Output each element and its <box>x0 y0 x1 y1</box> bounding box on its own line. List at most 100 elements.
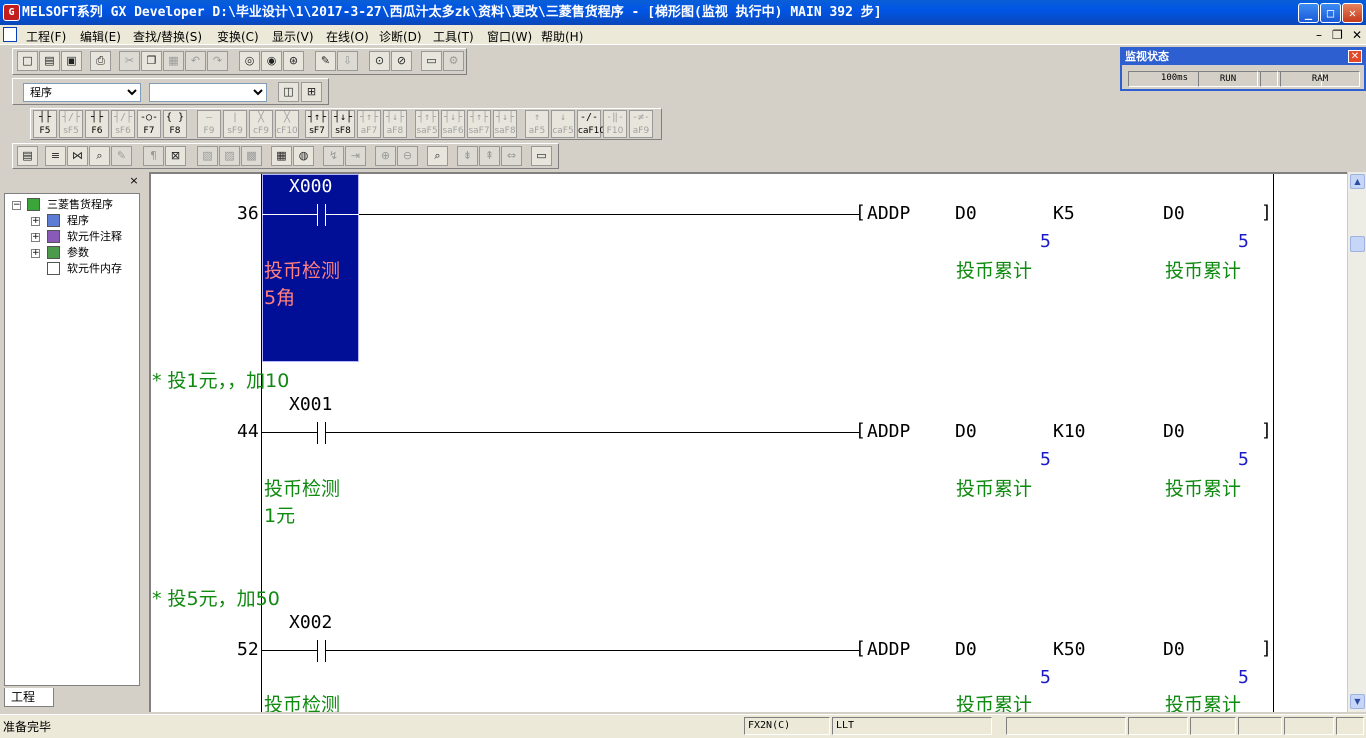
ladder-key-af5[interactable]: ↑ aF5 <box>525 110 549 138</box>
new-file-icon[interactable]: □ <box>17 51 38 71</box>
tree-root[interactable]: 三菱售货程序 <box>47 198 113 212</box>
ladder-mode-icon[interactable]: ≡ <box>45 146 66 166</box>
comment-off-icon[interactable]: ⊠ <box>165 146 186 166</box>
ladder-key-cf9[interactable]: ╳ cF9 <box>249 110 273 138</box>
insert-row-icon[interactable]: ⇟ <box>457 146 478 166</box>
ladder-key-sf5[interactable]: ┤/├ sF5 <box>59 110 83 138</box>
instruction[interactable]: ADDP <box>867 421 910 442</box>
menu-project[interactable]: 工程(F) <box>26 28 66 45</box>
menu-online[interactable]: 在线(O) <box>326 28 369 45</box>
undo-icon[interactable]: ↶ <box>185 51 206 71</box>
tree-item-parameter[interactable]: 参数 <box>67 246 89 260</box>
operand-2[interactable]: K10 <box>1053 421 1086 442</box>
instruction[interactable]: ADDP <box>867 639 910 660</box>
find-device-icon[interactable]: ◎ <box>239 51 260 71</box>
display-toggle-icon[interactable]: ▭ <box>531 146 552 166</box>
ladder-key-sf8[interactable]: ┤↓├ sF8 <box>331 110 355 138</box>
monitor-start-icon[interactable]: ⊙ <box>369 51 390 71</box>
menu-view[interactable]: 显示(V) <box>272 28 314 45</box>
menu-help[interactable]: 帮助(H) <box>541 28 583 45</box>
skip-icon[interactable]: ⇥ <box>345 146 366 166</box>
ladder-key-f10[interactable]: -‖- F10 <box>603 110 627 138</box>
read-plc-icon[interactable]: ⇩ <box>337 51 358 71</box>
operand-3[interactable]: D0 <box>1163 203 1185 224</box>
menu-edit[interactable]: 编辑(E) <box>80 28 121 45</box>
scroll-up-button[interactable]: ▲ <box>1350 174 1365 189</box>
menu-window[interactable]: 窗口(W) <box>487 28 532 45</box>
zoom-out-icon[interactable]: ⊖ <box>397 146 418 166</box>
ladder-key-f7[interactable]: -○- F7 <box>137 110 161 138</box>
ladder-key-f9[interactable]: — F9 <box>197 110 221 138</box>
contact-label[interactable]: X001 <box>289 394 332 415</box>
operand-1[interactable]: D0 <box>955 421 977 442</box>
scroll-down-button[interactable]: ▼ <box>1350 694 1365 709</box>
write-plc-icon[interactable]: ✎ <box>315 51 336 71</box>
operand-2[interactable]: K50 <box>1053 639 1086 660</box>
tab-project[interactable]: 工程 <box>4 688 54 707</box>
app-icon[interactable]: G <box>3 4 20 21</box>
tree-expand-toggle[interactable]: + <box>31 249 40 258</box>
mdi-close-button[interactable]: ✕ <box>1352 28 1362 42</box>
program-select[interactable] <box>149 83 267 102</box>
operand-3[interactable]: D0 <box>1163 421 1185 442</box>
operand-1[interactable]: D0 <box>955 639 977 660</box>
maximize-button[interactable]: □ <box>1320 3 1341 23</box>
mdi-restore-button[interactable]: ❐ <box>1332 28 1343 42</box>
find-step-icon[interactable]: ⊛ <box>283 51 304 71</box>
tree-item-device-memory[interactable]: 软元件内存 <box>67 262 122 276</box>
device-test-icon[interactable]: ◍ <box>293 146 314 166</box>
contact-label[interactable]: X000 <box>289 176 332 197</box>
find-instruction-icon[interactable]: ◉ <box>261 51 282 71</box>
comment-icon[interactable]: ¶ <box>143 146 164 166</box>
list-view-icon[interactable]: ⊞ <box>301 82 322 102</box>
ladder-key-f6[interactable]: ┤├ F6 <box>85 110 109 138</box>
document-icon[interactable] <box>3 27 17 42</box>
ladder-key-af9[interactable]: -≠- aF9 <box>629 110 653 138</box>
monitor-close-button[interactable]: ✕ <box>1348 50 1362 63</box>
vertical-scrollbar[interactable]: ▲ ▼ <box>1347 172 1366 712</box>
monitor-mode-icon[interactable]: ⌕ <box>89 146 110 166</box>
save-icon[interactable]: ▣ <box>61 51 82 71</box>
minimize-button[interactable]: _ <box>1298 3 1319 23</box>
instruction[interactable]: ADDP <box>867 203 910 224</box>
ladder-key-saf7[interactable]: ┤↑├ saF7 <box>467 110 491 138</box>
cut-icon[interactable]: ✂ <box>119 51 140 71</box>
monitor-stop-icon[interactable]: ⊘ <box>391 51 412 71</box>
mdi-minimize-button[interactable]: – <box>1316 28 1322 42</box>
data-type-select[interactable]: 程序 <box>23 83 141 102</box>
ladder-view-icon[interactable]: ◫ <box>278 82 299 102</box>
menu-diagnostics[interactable]: 诊断(D) <box>379 28 422 45</box>
sfc-mode-icon[interactable]: ⋈ <box>67 146 88 166</box>
ladder-key-af7[interactable]: ┤↑├ aF7 <box>357 110 381 138</box>
delete-row-icon[interactable]: ⇞ <box>479 146 500 166</box>
device-batch-icon[interactable]: ▦ <box>271 146 292 166</box>
ladder-key-f8[interactable]: { } F8 <box>163 110 187 138</box>
panel-close-button[interactable]: × <box>128 175 140 187</box>
tree-collapse-toggle[interactable]: − <box>12 201 21 210</box>
ladder-key-f5[interactable]: ┤├ F5 <box>33 110 57 138</box>
step-run-icon[interactable]: ↯ <box>323 146 344 166</box>
menu-convert[interactable]: 变换(C) <box>217 28 259 45</box>
note-icon[interactable]: ▩ <box>241 146 262 166</box>
ladder-key-saf6[interactable]: ┤↓├ saF6 <box>441 110 465 138</box>
menu-find-replace[interactable]: 查找/替换(S) <box>133 28 202 45</box>
ladder-key-caf10[interactable]: -/- caF10 <box>577 110 605 138</box>
ladder-key-cf10[interactable]: ╳ cF10 <box>275 110 299 138</box>
scroll-thumb[interactable] <box>1350 236 1365 252</box>
print-icon[interactable]: ⎙ <box>90 51 111 71</box>
open-folder-icon[interactable]: ▤ <box>39 51 60 71</box>
edit-mode-icon[interactable]: ✎ <box>111 146 132 166</box>
device-comment-icon[interactable]: ▧ <box>197 146 218 166</box>
copy-icon[interactable]: ❐ <box>141 51 162 71</box>
transfer-setup-icon[interactable]: ▭ <box>421 51 442 71</box>
ladder-key-caf5[interactable]: ↓ caF5 <box>551 110 575 138</box>
ladder-key-sf9[interactable]: | sF9 <box>223 110 247 138</box>
ladder-key-sf7[interactable]: ┤↑├ sF7 <box>305 110 329 138</box>
ladder-key-af8[interactable]: ┤↓├ aF8 <box>383 110 407 138</box>
tree-item-program[interactable]: 程序 <box>67 214 89 228</box>
ladder-editor[interactable]: X000 36 [ ADDP D0 K5 D0 ] 5 5 投币检测 5角 投币… <box>149 172 1347 712</box>
settings-icon[interactable]: ⚙ <box>443 51 464 71</box>
search-icon[interactable]: ⌕ <box>427 146 448 166</box>
close-button[interactable]: ✕ <box>1342 3 1363 23</box>
operand-3[interactable]: D0 <box>1163 639 1185 660</box>
